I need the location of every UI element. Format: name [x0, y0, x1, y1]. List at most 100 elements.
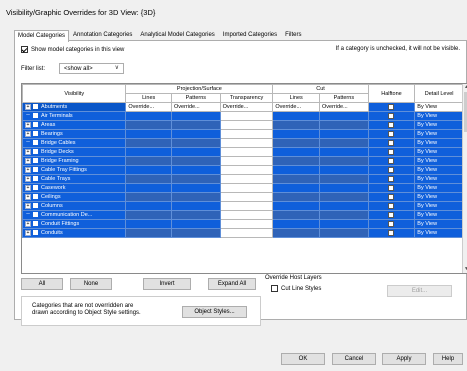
row-visibility-checkbox[interactable]: [33, 113, 38, 119]
row-transparency[interactable]: [219, 165, 274, 175]
row-visibility-checkbox[interactable]: [33, 131, 38, 137]
show-model-categories-checkbox[interactable]: [21, 46, 28, 53]
row-cut-patterns[interactable]: [319, 111, 369, 121]
row-halftone[interactable]: [367, 210, 416, 220]
row-transparency[interactable]: [219, 129, 274, 139]
row-transparency[interactable]: [219, 120, 274, 130]
row-detail-level[interactable]: By View: [414, 156, 464, 166]
table-row[interactable]: ─ Communication De... By View: [22, 210, 464, 220]
row-cut-patterns[interactable]: [319, 129, 369, 139]
row-projection-patterns[interactable]: [171, 201, 221, 211]
row-projection-patterns[interactable]: [171, 192, 221, 202]
row-halftone[interactable]: [367, 156, 416, 166]
table-row[interactable]: + Columns By View: [22, 201, 464, 211]
table-row[interactable]: + Cable Tray Fittings By View: [22, 165, 464, 175]
row-visibility-checkbox[interactable]: [33, 167, 38, 173]
row-detail-level[interactable]: By View: [414, 183, 464, 193]
row-projection-patterns[interactable]: [171, 174, 221, 184]
halftone-checkbox[interactable]: [388, 121, 395, 128]
row-projection-patterns[interactable]: [171, 210, 221, 220]
grid-vertical-scrollbar[interactable]: ▲ ▼: [462, 84, 467, 273]
row-projection-lines[interactable]: [125, 210, 172, 220]
row-projection-lines[interactable]: [125, 201, 172, 211]
row-transparency[interactable]: [219, 228, 274, 238]
row-projection-lines[interactable]: [125, 156, 172, 166]
halftone-checkbox[interactable]: [388, 157, 395, 164]
row-visibility-checkbox[interactable]: [33, 221, 38, 227]
row-visibility-cell[interactable]: + Conduits: [22, 228, 127, 238]
row-cut-patterns[interactable]: [319, 228, 369, 238]
row-visibility-checkbox[interactable]: [33, 122, 38, 128]
halftone-checkbox[interactable]: [388, 202, 395, 209]
row-projection-patterns[interactable]: Override...: [171, 102, 221, 112]
table-row[interactable]: ─ Air Terminals By View: [22, 111, 464, 121]
row-projection-patterns[interactable]: [171, 165, 221, 175]
row-visibility-checkbox[interactable]: [33, 212, 38, 218]
cut-line-styles-row[interactable]: Cut Line Styles: [271, 285, 321, 292]
row-projection-lines[interactable]: [125, 228, 172, 238]
table-row[interactable]: + Conduit Fittings By View: [22, 219, 464, 229]
row-projection-lines[interactable]: [125, 129, 172, 139]
scroll-down-icon[interactable]: ▼: [463, 266, 467, 273]
none-button[interactable]: None: [70, 278, 112, 290]
tab-model-categories[interactable]: Model Categories: [14, 30, 70, 42]
row-cut-lines[interactable]: [272, 120, 321, 130]
row-visibility-cell[interactable]: + Casework: [22, 183, 127, 193]
expand-icon[interactable]: +: [25, 193, 31, 200]
row-halftone[interactable]: [367, 228, 416, 238]
row-halftone[interactable]: [367, 165, 416, 175]
row-visibility-cell[interactable]: ─ Bridge Cables: [22, 138, 127, 148]
row-visibility-checkbox[interactable]: [33, 158, 38, 164]
row-projection-lines[interactable]: [125, 165, 172, 175]
edit-button[interactable]: Edit...: [387, 285, 452, 297]
row-cut-lines[interactable]: [272, 111, 321, 121]
header-halftone[interactable]: Halftone: [367, 84, 416, 103]
row-cut-patterns[interactable]: Override...: [319, 102, 369, 112]
expand-icon[interactable]: +: [25, 166, 31, 173]
halftone-checkbox[interactable]: [388, 175, 395, 182]
expand-icon[interactable]: +: [25, 121, 31, 128]
row-projection-patterns[interactable]: [171, 156, 221, 166]
table-row[interactable]: ─ Bridge Cables By View: [22, 138, 464, 148]
halftone-checkbox[interactable]: [388, 211, 395, 218]
row-cut-lines[interactable]: [272, 147, 321, 157]
filter-list-dropdown[interactable]: <show all> ∨: [59, 63, 124, 74]
table-row[interactable]: + Bridge Framing By View: [22, 156, 464, 166]
row-visibility-cell[interactable]: + Bearings: [22, 129, 127, 139]
row-detail-level[interactable]: By View: [414, 120, 464, 130]
table-row[interactable]: + Abutments Override... Override... Overr…: [22, 102, 464, 112]
table-row[interactable]: + Bridge Decks By View: [22, 147, 464, 157]
row-cut-patterns[interactable]: [319, 174, 369, 184]
row-detail-level[interactable]: By View: [414, 147, 464, 157]
halftone-checkbox[interactable]: [388, 130, 395, 137]
row-projection-patterns[interactable]: [171, 183, 221, 193]
row-halftone[interactable]: [367, 183, 416, 193]
row-transparency[interactable]: [219, 192, 274, 202]
row-visibility-checkbox[interactable]: [33, 194, 38, 200]
halftone-checkbox[interactable]: [388, 166, 395, 173]
row-detail-level[interactable]: By View: [414, 228, 464, 238]
show-model-categories-row[interactable]: Show model categories in this view: [21, 46, 124, 53]
row-cut-lines[interactable]: [272, 228, 321, 238]
row-cut-lines[interactable]: [272, 201, 321, 211]
row-projection-patterns[interactable]: [171, 120, 221, 130]
halftone-checkbox[interactable]: [388, 229, 395, 236]
scroll-up-icon[interactable]: ▲: [463, 84, 467, 91]
row-detail-level[interactable]: By View: [414, 201, 464, 211]
row-halftone[interactable]: [367, 129, 416, 139]
row-detail-level[interactable]: By View: [414, 102, 464, 112]
row-projection-patterns[interactable]: [171, 138, 221, 148]
row-projection-patterns[interactable]: [171, 228, 221, 238]
row-detail-level[interactable]: By View: [414, 111, 464, 121]
row-visibility-checkbox[interactable]: [33, 176, 38, 182]
row-halftone[interactable]: [367, 174, 416, 184]
table-row[interactable]: + Ceilings By View: [22, 192, 464, 202]
row-visibility-checkbox[interactable]: [33, 230, 38, 236]
expand-icon[interactable]: +: [25, 202, 31, 209]
row-halftone[interactable]: [367, 120, 416, 130]
row-halftone[interactable]: [367, 192, 416, 202]
row-projection-patterns[interactable]: [171, 147, 221, 157]
row-projection-lines[interactable]: [125, 120, 172, 130]
row-transparency[interactable]: [219, 183, 274, 193]
row-projection-lines[interactable]: [125, 183, 172, 193]
